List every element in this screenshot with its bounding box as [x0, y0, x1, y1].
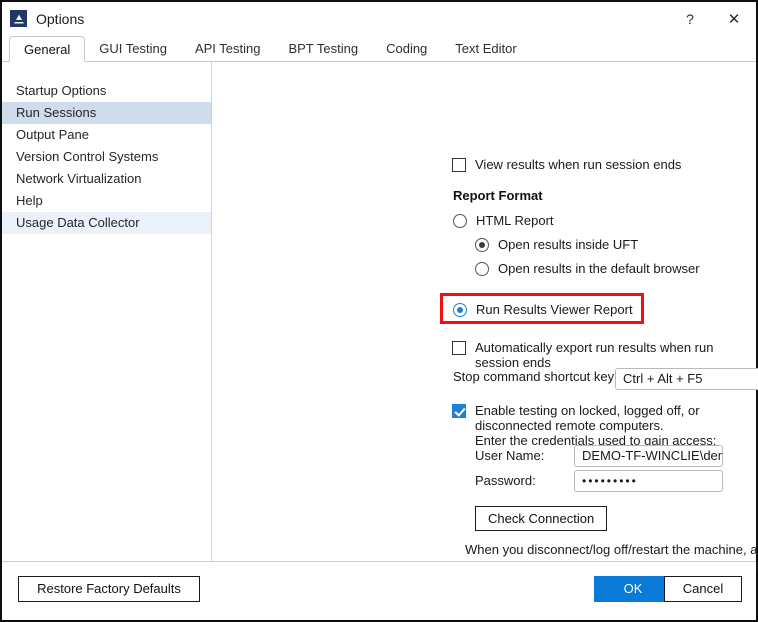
tab-bpt-testing[interactable]: BPT Testing — [274, 36, 372, 62]
auto-export-checkbox[interactable]: Automatically export run results when ru… — [452, 340, 756, 370]
dialog-body: Startup Options Run Sessions Output Pane… — [2, 62, 756, 561]
tab-coding[interactable]: Coding — [372, 36, 441, 62]
title-bar: Options ? ✕ — [2, 2, 756, 35]
password-label: Password: — [475, 473, 536, 488]
options-dialog: Options ? ✕ General GUI Testing API Test… — [0, 0, 758, 622]
user-name-label: User Name: — [475, 448, 544, 463]
restore-factory-defaults-button[interactable]: Restore Factory Defaults — [18, 576, 200, 602]
open-results-default-browser-radio[interactable]: Open results in the default browser — [475, 261, 700, 276]
sidebar-item-version-control-systems[interactable]: Version Control Systems — [2, 146, 211, 168]
view-results-label: View results when run session ends — [475, 157, 681, 172]
tab-strip: General GUI Testing API Testing BPT Test… — [2, 35, 756, 62]
close-icon[interactable]: ✕ — [712, 2, 756, 35]
enable-remote-testing-checkbox[interactable]: Enable testing on locked, logged off, or… — [452, 403, 756, 448]
check-connection-button[interactable]: Check Connection — [475, 506, 607, 531]
checkbox-box-icon — [452, 158, 466, 172]
report-format-heading: Report Format — [453, 188, 543, 203]
password-input[interactable]: ••••••••• — [574, 470, 723, 492]
radio-circle-icon — [453, 214, 467, 228]
checkbox-checked-icon — [452, 404, 466, 418]
tab-gui-testing[interactable]: GUI Testing — [85, 36, 181, 62]
html-report-radio[interactable]: HTML Report — [453, 213, 554, 228]
auto-export-label: Automatically export run results when ru… — [475, 340, 756, 370]
sidebar-item-help[interactable]: Help — [2, 190, 211, 212]
enable-remote-testing-label-line1: Enable testing on locked, logged off, or… — [475, 403, 700, 433]
sidebar-item-startup-options[interactable]: Startup Options — [2, 80, 211, 102]
open-results-inside-uft-label: Open results inside UFT — [498, 237, 638, 252]
view-results-checkbox[interactable]: View results when run session ends — [452, 157, 681, 172]
radio-circle-selected-icon — [453, 303, 467, 317]
tab-text-editor[interactable]: Text Editor — [441, 36, 530, 62]
radio-circle-selected-icon — [475, 238, 489, 252]
window-controls: ? ✕ — [668, 2, 756, 35]
html-report-label: HTML Report — [476, 213, 554, 228]
settings-sidebar: Startup Options Run Sessions Output Pane… — [2, 62, 212, 561]
settings-content: View results when run session ends Repor… — [212, 62, 756, 561]
window-title: Options — [36, 11, 84, 27]
help-icon[interactable]: ? — [668, 2, 712, 35]
sidebar-item-network-virtualization[interactable]: Network Virtualization — [2, 168, 211, 190]
tab-api-testing[interactable]: API Testing — [181, 36, 275, 62]
open-results-inside-uft-radio[interactable]: Open results inside UFT — [475, 237, 638, 252]
run-results-viewer-report-radio[interactable]: Run Results Viewer Report — [453, 302, 633, 317]
dialog-footer: Restore Factory Defaults OK Cancel — [2, 561, 756, 620]
stop-command-input[interactable]: Ctrl + Alt + F5 — [615, 368, 758, 390]
ok-button[interactable]: OK — [594, 576, 672, 602]
cancel-button[interactable]: Cancel — [664, 576, 742, 602]
sidebar-item-output-pane[interactable]: Output Pane — [2, 124, 211, 146]
stop-command-label: Stop command shortcut key: — [453, 369, 618, 384]
sidebar-item-run-sessions[interactable]: Run Sessions — [2, 102, 211, 124]
tab-general[interactable]: General — [9, 36, 85, 62]
radio-circle-icon — [475, 262, 489, 276]
user-name-input[interactable]: DEMO-TF-WINCLIE\dem — [574, 445, 723, 467]
uft-logo-icon — [10, 10, 27, 27]
open-results-default-browser-label: Open results in the default browser — [498, 261, 700, 276]
run-results-viewer-report-label: Run Results Viewer Report — [476, 302, 633, 317]
sidebar-item-usage-data-collector[interactable]: Usage Data Collector — [2, 212, 211, 234]
checkbox-box-icon — [452, 341, 466, 355]
